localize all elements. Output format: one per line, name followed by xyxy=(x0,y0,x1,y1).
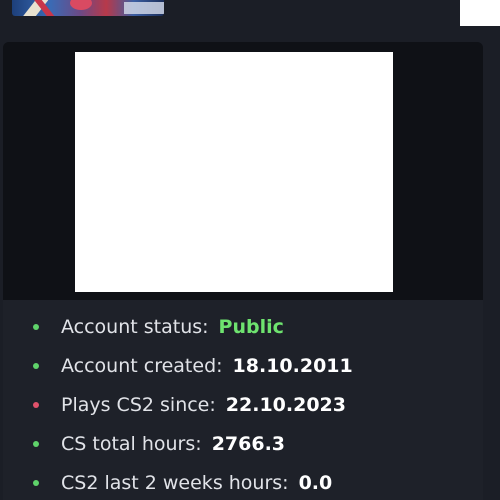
info-row-account-created: Account created: 18.10.2011 xyxy=(3,351,353,381)
info-row-account-status: Account status: Public xyxy=(3,312,284,342)
page: Account status: Public Account created: … xyxy=(0,0,500,500)
status-dot-icon xyxy=(33,324,39,330)
info-row-cs-total-hours: CS total hours: 2766.3 xyxy=(3,429,285,459)
info-value: 2766.3 xyxy=(211,433,286,455)
info-label: Account created: xyxy=(61,355,223,377)
top-strip xyxy=(0,0,460,38)
thumbnail-art-box xyxy=(124,2,164,14)
info-value-public: Public xyxy=(218,316,284,338)
thumbnail-art-blob xyxy=(70,0,92,10)
top-right-blank xyxy=(460,0,500,26)
info-row-plays-cs2-since: Plays CS2 since: 22.10.2023 xyxy=(3,390,346,420)
profile-card: Account status: Public Account created: … xyxy=(3,42,483,500)
game-thumbnail[interactable] xyxy=(12,0,164,16)
status-dot-icon xyxy=(33,441,39,447)
status-dot-icon xyxy=(33,402,39,408)
info-label: Plays CS2 since: xyxy=(61,394,216,416)
image-placeholder xyxy=(75,52,393,292)
info-value: 18.10.2011 xyxy=(232,355,353,377)
info-label: CS2 last 2 weeks hours: xyxy=(61,472,289,494)
info-value: 0.0 xyxy=(298,472,333,494)
account-info-panel: Account status: Public Account created: … xyxy=(3,300,483,500)
info-label: Account status: xyxy=(61,316,209,338)
info-label: CS total hours: xyxy=(61,433,202,455)
info-row-cs2-last-2-weeks-hours: CS2 last 2 weeks hours: 0.0 xyxy=(3,468,332,498)
media-area xyxy=(3,42,483,300)
info-value: 22.10.2023 xyxy=(225,394,346,416)
status-dot-icon xyxy=(33,480,39,486)
status-dot-icon xyxy=(33,363,39,369)
